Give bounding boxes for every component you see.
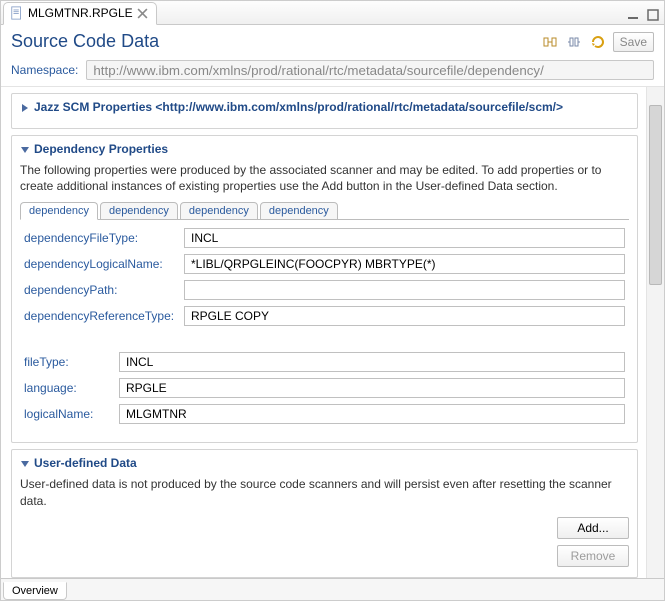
page-title: Source Code Data	[11, 31, 159, 52]
page-header: Source Code Data Save	[1, 25, 664, 60]
collapse-horizontal-icon[interactable]	[565, 33, 583, 51]
label-language: language:	[24, 381, 119, 395]
label-dependency-reference-type: dependencyReferenceType:	[24, 309, 184, 323]
minimize-icon[interactable]	[624, 6, 642, 24]
section-desc-userdef: User-defined data is not produced by the…	[20, 476, 629, 508]
section-desc-dependency: The following properties were produced b…	[20, 162, 629, 194]
refresh-icon[interactable]	[589, 33, 607, 51]
namespace-input	[86, 60, 654, 80]
editor-tabbar: MLGMTNR.RPGLE	[1, 1, 664, 25]
namespace-label: Namespace:	[11, 63, 78, 77]
inner-tab-dependency-3[interactable]: dependency	[180, 202, 258, 220]
input-logical-name[interactable]	[119, 404, 625, 424]
chevron-down-icon	[20, 144, 30, 154]
label-dependency-file-type: dependencyFileType:	[24, 231, 184, 245]
label-file-type: fileType:	[24, 355, 119, 369]
add-button[interactable]: Add...	[557, 517, 629, 539]
remove-button[interactable]: Remove	[557, 545, 629, 567]
tab-filename: MLGMTNR.RPGLE	[28, 6, 133, 20]
input-file-type[interactable]	[119, 352, 625, 372]
section-user-defined-data: User-defined Data User-defined data is n…	[11, 449, 638, 577]
save-button[interactable]: Save	[613, 32, 654, 52]
dependency-inner-tabs: dependency dependency dependency depende…	[20, 202, 629, 220]
chevron-down-icon	[20, 458, 30, 468]
label-logical-name: logicalName:	[24, 407, 119, 421]
maximize-icon[interactable]	[644, 6, 662, 24]
section-dependency-properties: Dependency Properties The following prop…	[11, 135, 638, 443]
file-icon	[10, 6, 24, 20]
input-dependency-path[interactable]	[184, 280, 625, 300]
vertical-scrollbar[interactable]	[646, 87, 664, 578]
section-header-scm[interactable]: Jazz SCM Properties <http://www.ibm.com/…	[20, 98, 629, 118]
input-dependency-file-type[interactable]	[184, 228, 625, 248]
close-icon[interactable]	[137, 8, 148, 19]
inner-tab-dependency-2[interactable]: dependency	[100, 202, 178, 220]
section-title-scm: Jazz SCM Properties <http://www.ibm.com/…	[34, 100, 563, 114]
expand-horizontal-icon[interactable]	[541, 33, 559, 51]
inner-tab-dependency-4[interactable]: dependency	[260, 202, 338, 220]
label-dependency-path: dependencyPath:	[24, 283, 184, 297]
section-header-userdef[interactable]: User-defined Data	[20, 454, 629, 474]
section-title-dependency: Dependency Properties	[34, 142, 168, 156]
chevron-right-icon	[20, 102, 30, 112]
bottom-tab-overview[interactable]: Overview	[3, 582, 67, 600]
namespace-row: Namespace:	[1, 60, 664, 86]
label-dependency-logical-name: dependencyLogicalName:	[24, 257, 184, 271]
scrollbar-thumb[interactable]	[649, 105, 662, 285]
section-header-dependency[interactable]: Dependency Properties	[20, 140, 629, 160]
inner-tab-dependency-1[interactable]: dependency	[20, 202, 98, 220]
input-dependency-reference-type[interactable]	[184, 306, 625, 326]
input-language[interactable]	[119, 378, 625, 398]
section-jazz-scm: Jazz SCM Properties <http://www.ibm.com/…	[11, 93, 638, 129]
editor-tab[interactable]: MLGMTNR.RPGLE	[3, 2, 157, 25]
bottom-tabbar: Overview	[1, 578, 664, 600]
section-title-userdef: User-defined Data	[34, 456, 137, 470]
input-dependency-logical-name[interactable]	[184, 254, 625, 274]
